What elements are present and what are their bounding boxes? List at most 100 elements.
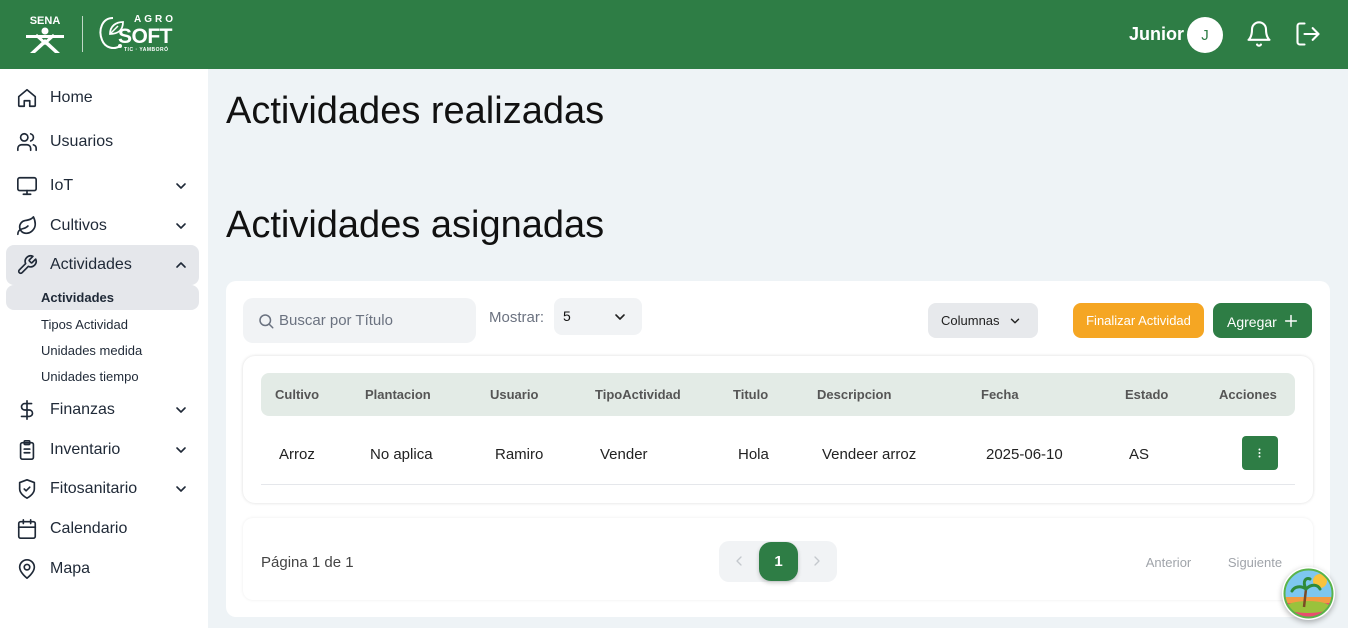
sidebar-item-label: Home bbox=[50, 89, 93, 106]
add-button-label: Agregar bbox=[1227, 314, 1277, 330]
wrench-icon bbox=[17, 255, 37, 275]
chevron-down-icon bbox=[176, 407, 186, 413]
chevron-down-icon bbox=[176, 447, 186, 453]
next-button[interactable]: Siguiente bbox=[1215, 545, 1295, 579]
columns-button-label: Columnas bbox=[941, 313, 1000, 328]
shield-icon bbox=[18, 479, 36, 499]
show-select-value: 5 bbox=[563, 308, 571, 324]
sidebar-item-label: Cultivos bbox=[50, 217, 107, 234]
show-label: Mostrar: bbox=[489, 309, 545, 326]
row-divider bbox=[261, 484, 1295, 485]
logo-soft-text: SOFT bbox=[118, 25, 173, 48]
table-cell: 2025-06-10 bbox=[986, 446, 1063, 463]
table-cell: Hola bbox=[738, 446, 769, 463]
sidebar-subitem-label: Actividades bbox=[41, 290, 114, 305]
search-icon bbox=[259, 314, 274, 329]
add-button[interactable]: Agregar bbox=[1213, 303, 1312, 338]
logo-tic-text: TIC · YAMBORÓ bbox=[124, 47, 169, 53]
row-actions-button[interactable] bbox=[1242, 436, 1278, 470]
sidebar-subitem-tipos-actividad[interactable]: Tipos Actividad bbox=[6, 312, 199, 337]
chevron-down-icon bbox=[1010, 318, 1020, 324]
previous-button[interactable]: Anterior bbox=[1132, 545, 1205, 579]
top-header: SENA AGRO SOFT TIC · YAMBORÓ Junior J bbox=[0, 0, 1348, 69]
sidebar-item-home[interactable]: Home bbox=[6, 78, 199, 118]
sidebar-item-label: Mapa bbox=[50, 560, 91, 577]
avatar[interactable]: J bbox=[1187, 17, 1223, 53]
sidebar: Home Usuarios IoT Cultivos Actividades A… bbox=[0, 69, 208, 628]
sidebar-item-inventario[interactable]: Inventario bbox=[6, 430, 199, 470]
sidebar-subitem-unidades-medida[interactable]: Unidades medida bbox=[6, 338, 199, 363]
chevron-up-icon bbox=[176, 262, 186, 268]
sidebar-subitem-label: Tipos Actividad bbox=[41, 317, 128, 332]
monitor-icon bbox=[17, 176, 37, 196]
column-header[interactable]: Usuario bbox=[490, 387, 538, 402]
column-header[interactable]: Estado bbox=[1125, 387, 1168, 402]
dollar-icon bbox=[20, 400, 34, 420]
table-cell: AS bbox=[1129, 446, 1150, 463]
sidebar-item-label: IoT bbox=[50, 177, 74, 194]
chevron-left-icon[interactable] bbox=[731, 553, 747, 569]
activities-table: Cultivo Plantacion Usuario TipoActividad… bbox=[243, 356, 1313, 503]
calendar-icon bbox=[17, 519, 37, 539]
bell-icon[interactable] bbox=[1245, 20, 1273, 48]
sidebar-item-label: Actividades bbox=[50, 256, 132, 273]
sidebar-item-iot[interactable]: IoT bbox=[6, 166, 199, 206]
more-vertical-icon bbox=[1258, 448, 1261, 458]
sena-logo: SENA bbox=[22, 13, 68, 55]
page-button-current[interactable]: 1 bbox=[759, 542, 798, 581]
sidebar-item-cultivos[interactable]: Cultivos bbox=[6, 206, 199, 246]
clipboard-icon bbox=[19, 440, 35, 460]
sidebar-item-label: Calendario bbox=[50, 520, 128, 537]
sidebar-item-usuarios[interactable]: Usuarios bbox=[6, 122, 199, 162]
finish-activity-button[interactable]: Finalizar Actividad bbox=[1073, 303, 1204, 338]
sidebar-item-label: Usuarios bbox=[50, 133, 114, 150]
page-title-realizadas: Actividades realizadas bbox=[226, 90, 605, 132]
leaf-icon bbox=[17, 216, 37, 236]
pagination: Página 1 de 1 1 Anterior Siguiente bbox=[243, 518, 1313, 600]
column-header[interactable]: Titulo bbox=[733, 387, 768, 402]
table-cell: Arroz bbox=[279, 446, 315, 463]
table-header: Cultivo Plantacion Usuario TipoActividad… bbox=[261, 373, 1295, 416]
column-header[interactable]: TipoActividad bbox=[595, 387, 681, 402]
table-cell: Ramiro bbox=[495, 446, 544, 463]
plus-icon bbox=[1284, 314, 1298, 328]
users-icon bbox=[17, 132, 37, 152]
logout-icon[interactable] bbox=[1294, 20, 1322, 48]
chevron-down-icon bbox=[176, 486, 186, 492]
table-cell: No aplica bbox=[370, 446, 433, 463]
sidebar-item-actividades[interactable]: Actividades bbox=[6, 245, 199, 285]
column-header[interactable]: Descripcion bbox=[817, 387, 891, 402]
search-box bbox=[243, 298, 476, 343]
search-input[interactable] bbox=[279, 308, 469, 332]
sidebar-item-calendario[interactable]: Calendario bbox=[6, 509, 199, 549]
logo-divider bbox=[82, 16, 83, 52]
pagination-info: Página 1 de 1 bbox=[261, 554, 354, 571]
chevron-down-icon bbox=[176, 183, 186, 189]
sidebar-item-mapa[interactable]: Mapa bbox=[6, 549, 199, 589]
column-header: Acciones bbox=[1219, 387, 1277, 402]
sidebar-item-label: Finanzas bbox=[50, 401, 115, 418]
sidebar-item-label: Inventario bbox=[50, 441, 121, 458]
agrosoft-logo: AGRO SOFT TIC · YAMBORÓ bbox=[96, 12, 176, 56]
page-title-asignadas: Actividades asignadas bbox=[226, 204, 605, 246]
svg-text:SENA: SENA bbox=[30, 15, 61, 27]
sidebar-item-fitosanitario[interactable]: Fitosanitario bbox=[6, 469, 199, 509]
column-header[interactable]: Plantacion bbox=[365, 387, 431, 402]
sidebar-subitem-unidades-tiempo[interactable]: Unidades tiempo bbox=[6, 364, 199, 389]
sidebar-item-finanzas[interactable]: Finanzas bbox=[6, 390, 199, 430]
column-header[interactable]: Cultivo bbox=[275, 387, 319, 402]
chevron-down-icon bbox=[615, 314, 625, 320]
show-select[interactable]: 5 bbox=[554, 298, 642, 335]
assistant-floating-button[interactable] bbox=[1282, 567, 1335, 620]
column-header[interactable]: Fecha bbox=[981, 387, 1019, 402]
chevron-right-icon[interactable] bbox=[809, 553, 825, 569]
sidebar-subitem-label: Unidades medida bbox=[41, 343, 143, 358]
columns-button[interactable]: Columnas bbox=[928, 303, 1038, 338]
beach-icon bbox=[1283, 568, 1334, 619]
sidebar-subitem-label: Unidades tiempo bbox=[41, 369, 139, 384]
page-selector: 1 bbox=[719, 541, 837, 582]
chevron-down-icon bbox=[176, 223, 186, 229]
logo-agro-text: AGRO bbox=[134, 14, 176, 25]
sidebar-subitem-actividades[interactable]: Actividades bbox=[6, 285, 199, 310]
user-name[interactable]: Junior bbox=[1129, 24, 1184, 45]
